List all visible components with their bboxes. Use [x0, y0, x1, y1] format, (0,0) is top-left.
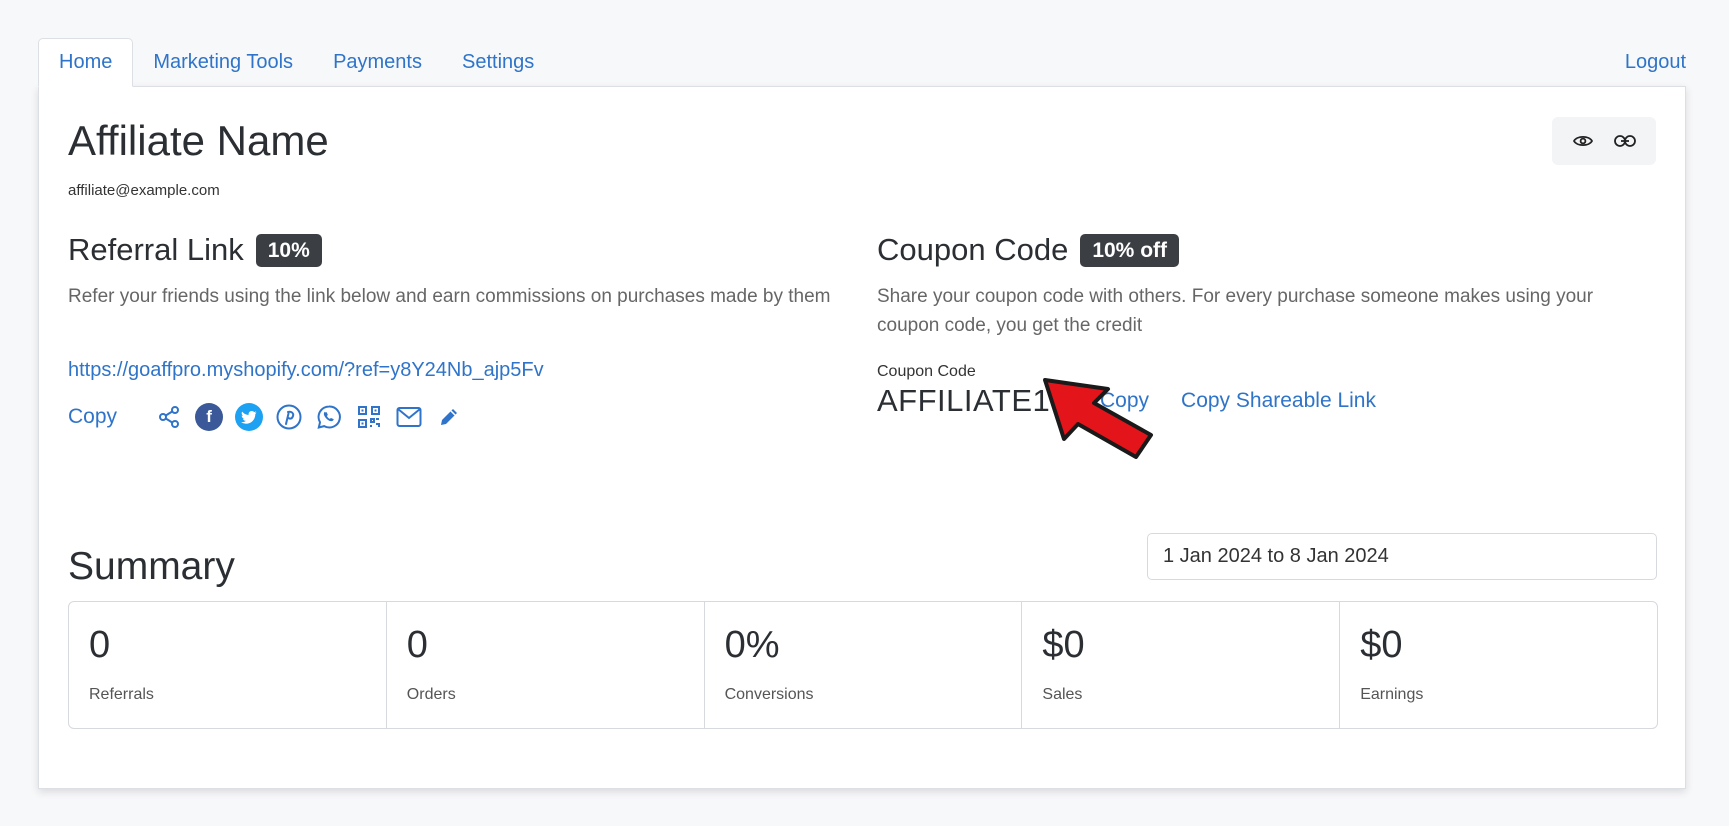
edit-icon[interactable]	[435, 403, 463, 431]
copy-shareable-link-button[interactable]: Copy Shareable Link	[1181, 389, 1376, 413]
stat-conversions: 0% Conversions	[705, 602, 1023, 728]
coupon-heading: Coupon Code 10% off	[877, 232, 1657, 268]
logout-link[interactable]: Logout	[1605, 38, 1686, 87]
qr-code-icon[interactable]	[355, 403, 383, 431]
tab-settings[interactable]: Settings	[442, 38, 554, 87]
discount-badge: 10% off	[1080, 233, 1180, 267]
stat-label: Earnings	[1360, 686, 1424, 703]
stats-grid: 0 Referrals 0 Orders 0% Conversions $0 S…	[68, 601, 1658, 729]
stat-value: 0%	[724, 624, 780, 666]
facebook-icon[interactable]: f	[195, 403, 224, 431]
coupon-title: Coupon Code	[877, 232, 1069, 267]
referral-section: Referral Link 10% Refer your friends usi…	[68, 232, 848, 311]
nav-tabs: Home Marketing Tools Payments Settings L…	[38, 38, 1686, 87]
stat-label: Conversions	[724, 686, 814, 703]
stat-value: $0	[1042, 624, 1085, 666]
referral-description: Refer your friends using the link below …	[68, 286, 831, 307]
referral-title: Referral Link	[68, 232, 244, 267]
stat-referrals: 0 Referrals	[69, 602, 387, 728]
affiliate-name: Affiliate Name	[68, 117, 329, 164]
stat-value: 0	[406, 624, 428, 666]
affiliate-email: affiliate@example.com	[68, 182, 220, 199]
stat-earnings: $0 Earnings	[1340, 602, 1657, 728]
header-actions	[1552, 117, 1656, 165]
stat-label: Referrals	[89, 686, 154, 703]
main-card: Affiliate Name affiliate@example.com Ref…	[38, 86, 1686, 789]
eye-icon[interactable]	[1570, 128, 1596, 154]
tab-home[interactable]: Home	[38, 38, 134, 87]
stat-label: Orders	[406, 686, 456, 703]
twitter-icon[interactable]	[235, 403, 264, 431]
tab-marketing-tools[interactable]: Marketing Tools	[133, 38, 313, 87]
stat-label: Sales	[1042, 686, 1083, 703]
coupon-section: Coupon Code 10% off Share your coupon co…	[877, 232, 1657, 340]
pinterest-icon[interactable]	[275, 403, 303, 431]
share-icon[interactable]	[155, 403, 183, 431]
stat-orders: 0 Orders	[387, 602, 705, 728]
referral-link[interactable]: https://goaffpro.myshopify.com/?ref=y8Y2…	[68, 359, 544, 382]
tab-payments[interactable]: Payments	[313, 38, 442, 87]
whatsapp-icon[interactable]	[315, 403, 343, 431]
coupon-code-label: Coupon Code	[877, 363, 976, 380]
link-icon[interactable]	[1612, 128, 1638, 154]
summary-title: Summary	[68, 545, 235, 588]
referral-heading: Referral Link 10%	[68, 232, 848, 268]
coupon-description: Share your coupon code with others. For …	[877, 286, 1594, 336]
copy-referral-button[interactable]: Copy	[68, 405, 117, 429]
stat-sales: $0 Sales	[1022, 602, 1341, 728]
commission-badge: 10%	[255, 233, 322, 267]
red-arrow-icon	[1042, 377, 1157, 464]
stat-value: $0	[1360, 624, 1403, 666]
stat-value: 0	[89, 624, 111, 666]
date-range-input[interactable]	[1147, 533, 1657, 580]
share-row: Copy f	[68, 403, 475, 431]
email-icon[interactable]	[395, 403, 423, 431]
coupon-code: AFFILIATE10	[877, 383, 1068, 418]
